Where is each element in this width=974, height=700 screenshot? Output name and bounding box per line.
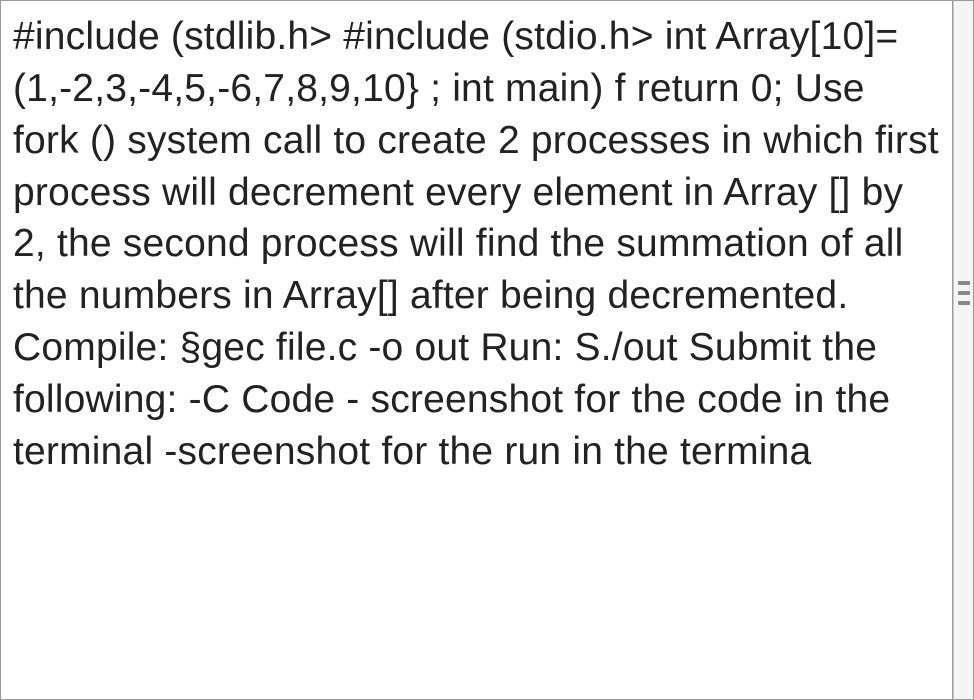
window-frame: #include (stdlib.h> #include (stdio.h> i… (0, 0, 974, 700)
scrollbar-indicators (958, 281, 970, 305)
scrollbar-mark-icon (958, 281, 970, 285)
document-body: #include (stdlib.h> #include (stdio.h> i… (13, 11, 940, 478)
text-content-area: #include (stdlib.h> #include (stdio.h> i… (1, 1, 953, 699)
scrollbar-mark-icon (958, 301, 970, 305)
scrollbar-mark-icon (958, 291, 970, 295)
vertical-scrollbar[interactable] (953, 1, 973, 699)
